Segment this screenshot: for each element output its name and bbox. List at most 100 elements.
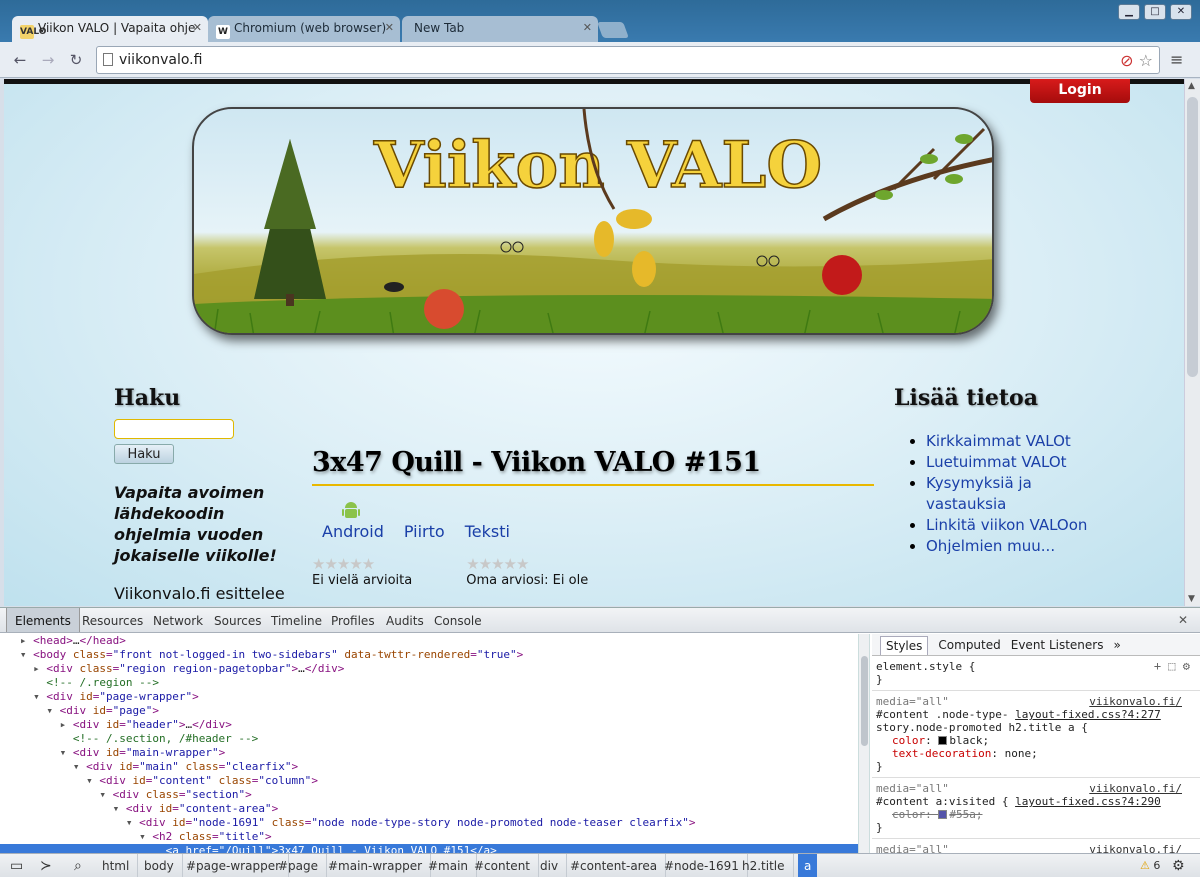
dom-node-line[interactable]: ▾ <body class="front not-logged-in two-s… — [0, 648, 858, 662]
cookie-blocked-icon[interactable]: ⊘ — [1120, 51, 1133, 70]
breadcrumb-item[interactable]: #node-1691 — [664, 854, 748, 877]
dom-node-line[interactable]: ▸ <head>…</head> — [0, 634, 858, 648]
tab-event-listeners[interactable]: Event Listeners — [1011, 638, 1104, 655]
toggle-state-icon[interactable]: ⬚ — [1168, 659, 1175, 673]
breadcrumb-item[interactable]: #page-wrapper — [186, 854, 290, 877]
expand-triangle-icon[interactable]: ▾ — [73, 760, 86, 773]
rating-stars-icon[interactable]: ★★★★★ — [466, 555, 588, 573]
site-banner[interactable]: Viikon VALO — [192, 107, 994, 335]
expand-triangle-icon[interactable]: ▾ — [33, 690, 46, 703]
dom-node-line[interactable]: ▾ <div id="page"> — [0, 704, 858, 718]
dom-node-line[interactable]: ▾ <div id="content" class="column"> — [0, 774, 858, 788]
search-input[interactable] — [114, 419, 234, 439]
dom-node-line[interactable]: <!-- /.region --> — [0, 676, 858, 690]
css-rule[interactable]: viikonvalo.fi/ media="all" #content .nod… — [872, 691, 1200, 778]
add-rule-icon[interactable]: + — [1154, 659, 1161, 673]
css-property[interactable]: text-decoration: none; — [876, 747, 1194, 760]
page-scrollbar[interactable]: ▲ ▼ — [1184, 79, 1200, 606]
expand-triangle-icon[interactable]: ▾ — [46, 704, 59, 717]
css-property[interactable]: color: black; — [876, 734, 1194, 747]
rating-stars-icon[interactable]: ★★★★★ — [312, 555, 412, 573]
dom-node-line[interactable]: ▾ <h2 class="title"> — [0, 830, 858, 844]
node-title-link[interactable]: 3x47 Quill - Viikon VALO #151 — [312, 447, 874, 486]
css-property[interactable]: color: #55a; — [876, 808, 1194, 821]
console-drawer-icon[interactable]: ≻ — [40, 858, 52, 874]
dom-node-line[interactable]: ▾ <div id="main-wrapper"> — [0, 746, 858, 760]
forward-arrow-icon[interactable]: → — [38, 50, 58, 70]
search-icon[interactable]: ⌕ — [74, 858, 82, 874]
tab-elements[interactable]: Elements — [6, 608, 80, 632]
tab-network[interactable]: Network — [153, 608, 203, 632]
rule-source-link[interactable]: viikonvalo.fi/ — [1089, 782, 1182, 795]
address-bar[interactable]: viikonvalo.fi ⊘ ☆ — [96, 46, 1160, 74]
close-tab-icon[interactable]: ✕ — [193, 21, 202, 34]
breadcrumb-item[interactable]: h2.title — [742, 854, 794, 877]
link-kirkkaimmat[interactable]: Kirkkaimmat VALOt — [926, 432, 1071, 450]
wrench-menu-icon[interactable]: ≡ — [1170, 50, 1183, 69]
tab-timeline[interactable]: Timeline — [271, 608, 322, 632]
breadcrumb-item[interactable]: #content-area — [570, 854, 667, 877]
tab-audits[interactable]: Audits — [386, 608, 424, 632]
css-rule[interactable]: viikonvalo.fi/ media="all" #content a:vi… — [872, 778, 1200, 839]
breadcrumb-item[interactable]: #page — [278, 854, 328, 877]
rule-source-link[interactable]: layout-fixed.css?4:277 — [1015, 708, 1161, 721]
expand-triangle-icon[interactable]: ▾ — [60, 746, 73, 759]
dom-node-line[interactable]: ▾ <div id="content-area"> — [0, 802, 858, 816]
element-style-rule[interactable]: element.style { } + ⬚ ⚙ — [872, 656, 1200, 691]
breadcrumb-item[interactable]: #content — [474, 854, 539, 877]
expand-triangle-icon[interactable]: ▾ — [86, 774, 99, 787]
tab-viikonvalo[interactable]: VALOViikon VALO | Vapaita ohje ✕ — [12, 16, 208, 42]
link-luetuimmat[interactable]: Luetuimmat VALOt — [926, 453, 1067, 471]
expand-triangle-icon[interactable]: ▾ — [99, 788, 112, 801]
dom-node-line[interactable]: <a href="/Quill">3x47 Quill - Viikon VAL… — [0, 844, 858, 853]
dom-node-line[interactable]: ▸ <div class="region region-pagetopbar">… — [0, 662, 858, 676]
tab-chromium[interactable]: W Chromium (web browser) ✕ — [208, 16, 400, 42]
scrollbar-thumb[interactable] — [861, 656, 868, 746]
close-tab-icon[interactable]: ✕ — [583, 21, 592, 34]
link-linkita[interactable]: Linkitä viikon VALOon — [926, 516, 1087, 534]
tab-styles[interactable]: Styles — [880, 636, 929, 655]
dom-tree[interactable]: ▸ <head>…</head> ▾ <body class="front no… — [0, 634, 858, 853]
minimize-icon[interactable]: ▁ — [1118, 4, 1140, 20]
gear-icon[interactable]: ⚙ — [1172, 858, 1185, 874]
tab-sources[interactable]: Sources — [214, 608, 261, 632]
scroll-down-icon[interactable]: ▼ — [1188, 594, 1195, 604]
tag-link-piirto[interactable]: Piirto — [404, 522, 445, 541]
dom-node-line[interactable]: ▸ <div id="header">…</div> — [0, 718, 858, 732]
dom-node-line[interactable]: ▾ <div id="main" class="clearfix"> — [0, 760, 858, 774]
rule-source-link[interactable]: viikonvalo.fi/ — [1089, 695, 1182, 708]
maximize-icon[interactable]: □ — [1144, 4, 1166, 20]
tab-console[interactable]: Console — [434, 608, 482, 632]
warning-count[interactable]: ⚠ 6 — [1140, 859, 1160, 872]
expand-triangle-icon[interactable]: ▾ — [126, 816, 139, 829]
close-window-icon[interactable]: ✕ — [1170, 4, 1192, 20]
expand-triangle-icon[interactable]: ▸ — [20, 634, 33, 647]
new-tab-button[interactable] — [597, 22, 629, 38]
close-tab-icon[interactable]: ✕ — [385, 21, 394, 34]
breadcrumb-item[interactable]: div — [540, 854, 568, 877]
tag-link-android[interactable]: Android — [322, 522, 384, 541]
tab-profiles[interactable]: Profiles — [331, 608, 375, 632]
rule-source-link[interactable]: layout-fixed.css?4:290 — [1015, 795, 1161, 808]
breadcrumb-item[interactable]: html — [102, 854, 139, 877]
link-kysymyksia[interactable]: Kysymyksiä ja vastauksia — [926, 474, 1032, 513]
bookmark-star-icon[interactable]: ☆ — [1139, 51, 1153, 70]
breadcrumb-item[interactable]: a — [798, 854, 818, 877]
breadcrumb-item[interactable]: #main-wrapper — [328, 854, 432, 877]
more-tabs-icon[interactable]: » — [1113, 638, 1120, 655]
gear-icon[interactable]: ⚙ — [1183, 659, 1190, 673]
tab-resources[interactable]: Resources — [82, 608, 143, 632]
dock-icon[interactable]: ▭ — [10, 858, 23, 874]
color-swatch[interactable] — [938, 810, 948, 819]
expand-triangle-icon[interactable]: ▾ — [113, 802, 126, 815]
dom-node-line[interactable]: ▾ <div class="section"> — [0, 788, 858, 802]
color-swatch[interactable] — [938, 736, 948, 745]
dom-node-line[interactable]: ▾ <div id="page-wrapper"> — [0, 690, 858, 704]
close-devtools-icon[interactable]: ✕ — [1178, 613, 1188, 627]
tab-new-tab[interactable]: New Tab ✕ — [402, 16, 598, 42]
dom-tree-scrollbar[interactable] — [858, 634, 870, 853]
tab-computed[interactable]: Computed — [938, 638, 1000, 655]
expand-triangle-icon[interactable]: ▸ — [60, 718, 73, 731]
login-button[interactable]: Login — [1030, 79, 1130, 103]
css-rule[interactable]: viikonvalo.fi/ media="all" — [872, 839, 1200, 853]
